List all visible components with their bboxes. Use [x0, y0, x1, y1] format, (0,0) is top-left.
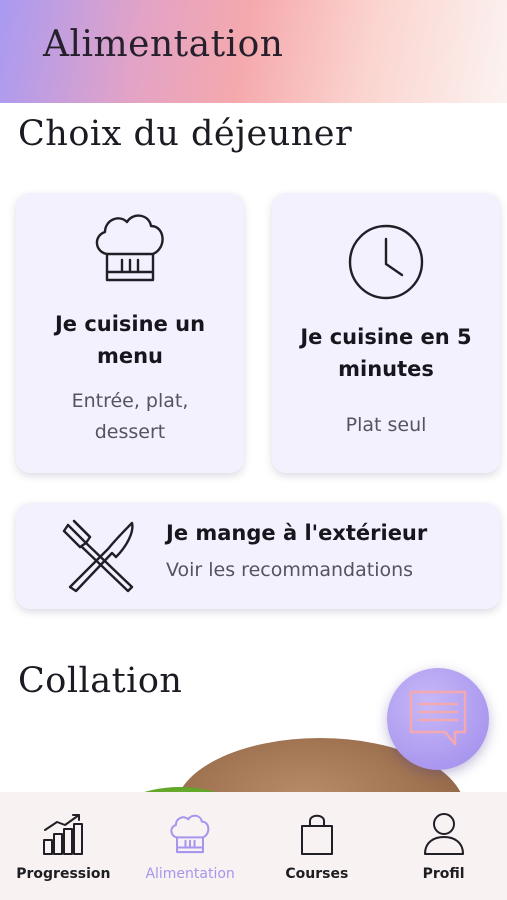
fork-knife-icon	[62, 519, 134, 593]
shopping-bag-icon	[300, 814, 333, 855]
clock-icon	[348, 224, 424, 300]
nav-label-courses: Courses	[285, 866, 349, 882]
cook-menu-card[interactable]: Je cuisine un menu Entrée, plat, dessert	[16, 193, 244, 473]
bottom-nav: Progression Alimentation Courses Profil	[0, 792, 507, 900]
header-banner: Alimentation	[0, 0, 507, 103]
eat-outside-title: Je mange à l'extérieur	[166, 521, 428, 545]
lunch-section-title: Choix du déjeuner	[18, 114, 353, 154]
cook-menu-title-line2: menu	[96, 344, 163, 368]
snack-section-title: Collation	[18, 661, 183, 701]
nav-item-progression[interactable]: Progression	[0, 792, 127, 900]
eat-outside-sub: Voir les recommandations	[166, 559, 414, 581]
cook-menu-title-line1: Je cuisine un	[54, 312, 206, 336]
chat-button[interactable]	[387, 668, 489, 770]
cook-5min-title-line1: Je cuisine en 5	[300, 325, 472, 349]
cook-5min-title-line2: minutes	[338, 357, 434, 381]
bar-chart-icon	[43, 814, 84, 855]
nav-label-profil: Profil	[422, 866, 465, 882]
cook-5min-sub: Plat seul	[345, 414, 427, 436]
eat-outside-card[interactable]: Je mange à l'extérieur Voir les recomman…	[16, 503, 500, 609]
cook-menu-sub-line2: dessert	[94, 421, 166, 443]
chef-hat-icon	[170, 814, 210, 854]
nav-label-alimentation: Alimentation	[145, 866, 235, 882]
nav-item-courses[interactable]: Courses	[254, 792, 381, 900]
chat-bubble-icon	[409, 690, 467, 746]
nav-item-alimentation[interactable]: Alimentation	[127, 792, 254, 900]
cook-menu-sub-line1: Entrée, plat,	[71, 390, 189, 412]
chef-hat-icon	[95, 214, 164, 282]
nav-label-progression: Progression	[16, 866, 111, 882]
cook-5min-card[interactable]: Je cuisine en 5 minutes Plat seul	[272, 193, 500, 473]
page-title: Alimentation	[43, 24, 284, 65]
nav-item-profil[interactable]: Profil	[380, 792, 507, 900]
user-icon	[423, 813, 464, 855]
